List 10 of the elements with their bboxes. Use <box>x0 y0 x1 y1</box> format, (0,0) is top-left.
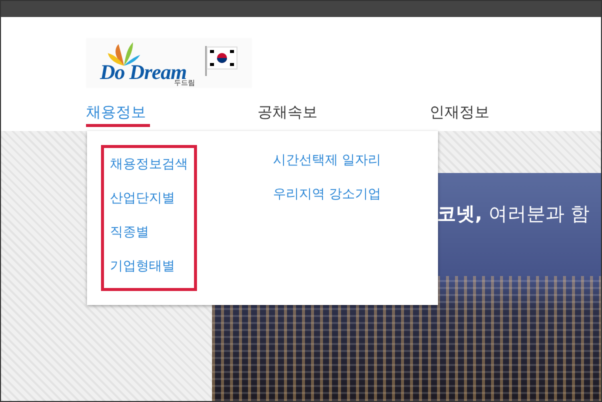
nav-tab[interactable]: 인재정보 <box>429 102 602 131</box>
menu-link[interactable]: 직종별 <box>110 223 194 243</box>
menu-link[interactable]: 채용정보검색 <box>110 155 194 175</box>
menu-link[interactable]: 산업단지별 <box>110 189 194 209</box>
nav-tab[interactable]: 공채속보 <box>258 102 430 131</box>
menu-link[interactable]: 시간선택제 일자리 <box>272 151 438 171</box>
menu-link[interactable]: 기업형태별 <box>110 257 194 277</box>
flag-icon <box>204 44 240 76</box>
banner-caption: 코넷, 여러분과 함 <box>437 202 590 227</box>
menu-link[interactable]: 우리지역 강소기업 <box>272 185 438 205</box>
